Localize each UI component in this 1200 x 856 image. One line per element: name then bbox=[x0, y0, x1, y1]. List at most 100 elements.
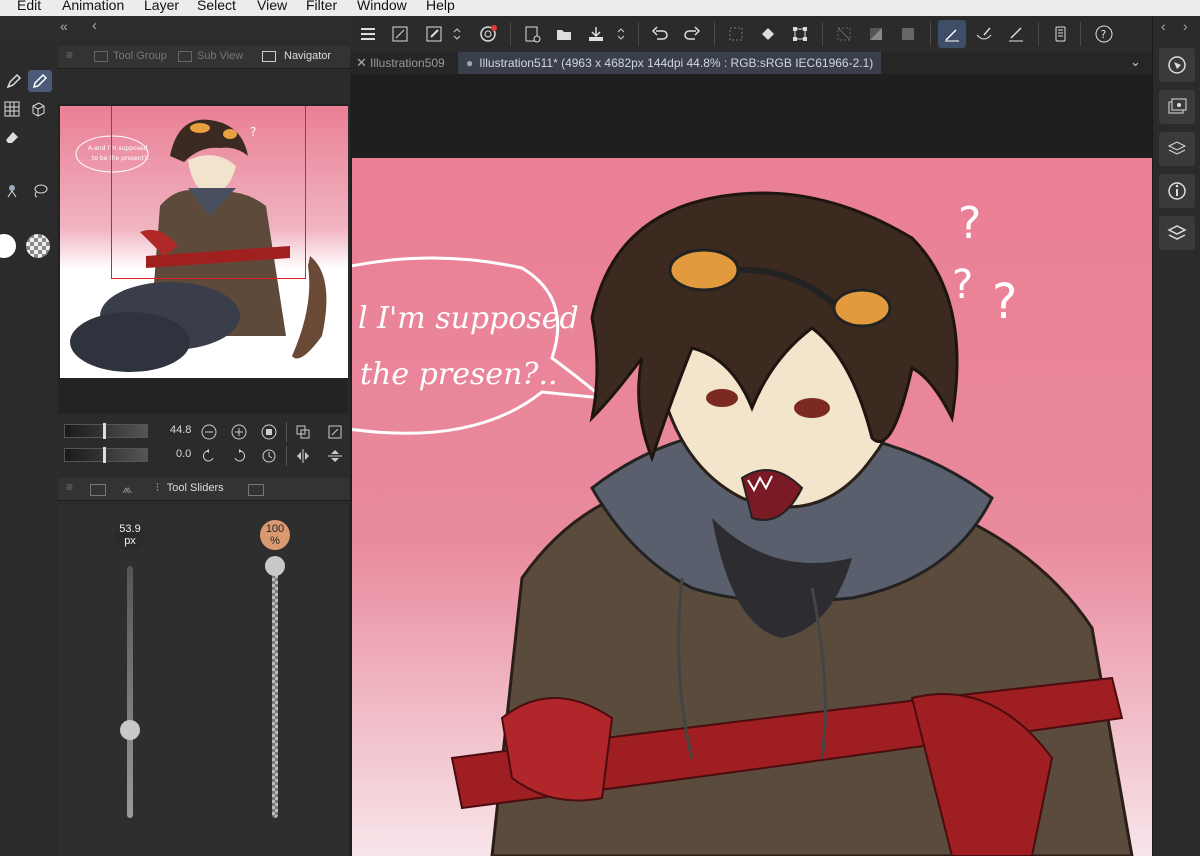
fit-zoom-button[interactable] bbox=[260, 423, 278, 441]
pen-tool-button[interactable] bbox=[2, 70, 26, 92]
snap-grid-button[interactable] bbox=[1002, 20, 1030, 48]
navigator-view[interactable]: A-and I'm supposed to be the present?.. … bbox=[58, 104, 348, 414]
menu-edit[interactable]: Edit bbox=[17, 0, 41, 13]
open-file-button[interactable] bbox=[550, 20, 578, 48]
navigator-compass-icon bbox=[1168, 56, 1186, 74]
opacity-knob[interactable] bbox=[265, 556, 285, 576]
expand-right-panel-icon[interactable]: › bbox=[1183, 18, 1188, 34]
opacity-slider[interactable] bbox=[272, 566, 278, 818]
brush-size-slider[interactable] bbox=[127, 566, 133, 818]
fill-button[interactable] bbox=[754, 20, 782, 48]
grid-tool-button[interactable] bbox=[0, 98, 24, 120]
save-dropdown[interactable] bbox=[612, 20, 630, 48]
menu-select[interactable]: Select bbox=[197, 0, 236, 13]
navigator-view-frame[interactable] bbox=[111, 106, 306, 279]
zoom-slider[interactable] bbox=[64, 423, 148, 439]
fill-bucket-icon bbox=[762, 28, 774, 40]
tab-navigator[interactable]: Navigator bbox=[262, 50, 331, 62]
tool-group-icon bbox=[94, 50, 108, 62]
reset-rotation-button[interactable] bbox=[260, 447, 278, 465]
left-panel: « ‹ ≡ Tool Group Sub View Navigator A-an… bbox=[0, 16, 350, 856]
navigator-panel-button[interactable] bbox=[1159, 48, 1195, 82]
layers-panel-button[interactable] bbox=[1159, 216, 1195, 250]
tab-sub-view-label: Sub View bbox=[197, 50, 244, 62]
main-color-swatch[interactable] bbox=[0, 234, 16, 258]
companion-button[interactable] bbox=[474, 20, 502, 48]
menu-layer[interactable]: Layer bbox=[144, 0, 179, 13]
save-button[interactable] bbox=[582, 20, 610, 48]
fit-window-button[interactable] bbox=[294, 423, 312, 441]
edge-keyboard-button[interactable] bbox=[1046, 20, 1074, 48]
collapse-right-panel-icon[interactable]: ‹ bbox=[1161, 18, 1166, 34]
menu-window[interactable]: Window bbox=[357, 0, 407, 13]
rotate-left-button[interactable] bbox=[200, 447, 218, 465]
zoom-slider-knob[interactable] bbox=[103, 423, 106, 439]
menu-animation[interactable]: Animation bbox=[62, 0, 124, 13]
spiral-icon bbox=[480, 25, 497, 42]
fit-canvas-button[interactable] bbox=[386, 20, 414, 48]
chevron-down-icon[interactable]: ⌄ bbox=[1130, 54, 1141, 70]
undo-button[interactable] bbox=[646, 20, 674, 48]
tab-tool-sliders[interactable]: ⫶ Tool Sliders bbox=[156, 482, 224, 495]
figure-tool-button[interactable] bbox=[0, 180, 24, 202]
doc-tab-illustration511-label: Illustration511* (4963 x 4682px 144dpi 4… bbox=[479, 56, 874, 70]
drag-handle-icon[interactable]: ≡ bbox=[66, 480, 73, 494]
doc-tab-illustration511[interactable]: ● Illustration511* (4963 x 4682px 144dpi … bbox=[458, 52, 882, 74]
menu-help[interactable]: Help bbox=[426, 0, 455, 13]
brush-size-knob[interactable] bbox=[120, 719, 140, 740]
canvas-area[interactable]: l I'm supposed the presen?.. ? ? ? bbox=[350, 74, 1152, 856]
drag-handle-icon[interactable]: ≡ bbox=[66, 48, 73, 62]
snap-special-ruler-button[interactable] bbox=[970, 20, 998, 48]
pencil-tool-button[interactable] bbox=[28, 70, 52, 92]
sub-tool-panel-button[interactable] bbox=[1159, 132, 1195, 166]
eraser-tool-button[interactable] bbox=[0, 126, 24, 148]
fill-selection-button[interactable] bbox=[894, 20, 922, 48]
redo-button[interactable] bbox=[678, 20, 706, 48]
layer-property-button[interactable] bbox=[1159, 174, 1195, 208]
tablet-icon bbox=[1055, 26, 1066, 42]
help-button[interactable]: ? bbox=[1090, 20, 1118, 48]
menu-filter[interactable]: Filter bbox=[306, 0, 337, 13]
menu-view[interactable]: View bbox=[257, 0, 287, 13]
new-canvas-button[interactable] bbox=[518, 20, 546, 48]
tab-extra[interactable] bbox=[248, 484, 264, 496]
sliders-icon: ⫶ bbox=[156, 482, 159, 494]
collapse-panel-icon[interactable]: « bbox=[60, 18, 68, 34]
opacity-value: 100 bbox=[265, 523, 285, 535]
zoom-in-button[interactable] bbox=[230, 423, 248, 441]
navigator-thumbnail: A-and I'm supposed to be the present?.. … bbox=[60, 106, 348, 378]
lasso-tool-button[interactable] bbox=[28, 180, 52, 202]
clear-selection-button[interactable] bbox=[722, 20, 750, 48]
3d-tool-button[interactable] bbox=[26, 98, 50, 120]
tab-tool-sliders-label: Tool Sliders bbox=[166, 482, 224, 494]
cube-icon bbox=[32, 102, 45, 117]
unsaved-dot-icon: ● bbox=[466, 56, 474, 70]
zoom-slider-row: 44.8 bbox=[62, 422, 348, 442]
reset-rotation-icon bbox=[262, 449, 276, 463]
material-panel-button[interactable] bbox=[1159, 90, 1195, 124]
dotted-square-icon bbox=[729, 27, 743, 41]
transform-button[interactable] bbox=[420, 20, 448, 48]
transform-selection-button[interactable] bbox=[786, 20, 814, 48]
rotate-right-button[interactable] bbox=[230, 447, 248, 465]
tab-tool-group[interactable]: Tool Group bbox=[94, 50, 167, 62]
flip-vertical-button[interactable] bbox=[326, 447, 344, 465]
actual-size-button[interactable] bbox=[326, 423, 344, 441]
transparent-color-swatch[interactable] bbox=[26, 234, 50, 258]
canvas-artwork[interactable]: l I'm supposed the presen?.. ? ? ? bbox=[352, 158, 1152, 856]
tab-tool-property[interactable] bbox=[90, 484, 106, 496]
speech-line-2: the presen?.. bbox=[360, 357, 558, 392]
rotate-slider-knob[interactable] bbox=[103, 447, 106, 463]
transform-dropdown[interactable] bbox=[448, 20, 466, 48]
zoom-out-button[interactable] bbox=[200, 423, 218, 441]
rotate-slider[interactable] bbox=[64, 447, 148, 463]
tab-brush-size[interactable]: ⩕ bbox=[122, 481, 132, 497]
flip-horizontal-button[interactable] bbox=[294, 447, 312, 465]
snap-ruler-button[interactable] bbox=[938, 20, 966, 48]
clear-layer-button[interactable] bbox=[830, 20, 858, 48]
main-menu-button[interactable] bbox=[354, 20, 382, 48]
back-arrow-icon[interactable]: ‹ bbox=[92, 17, 97, 34]
clear-outside-button[interactable] bbox=[862, 20, 890, 48]
tab-sub-view[interactable]: Sub View bbox=[178, 50, 243, 62]
doc-tab-illustration509[interactable]: Illustration509 bbox=[362, 52, 453, 74]
